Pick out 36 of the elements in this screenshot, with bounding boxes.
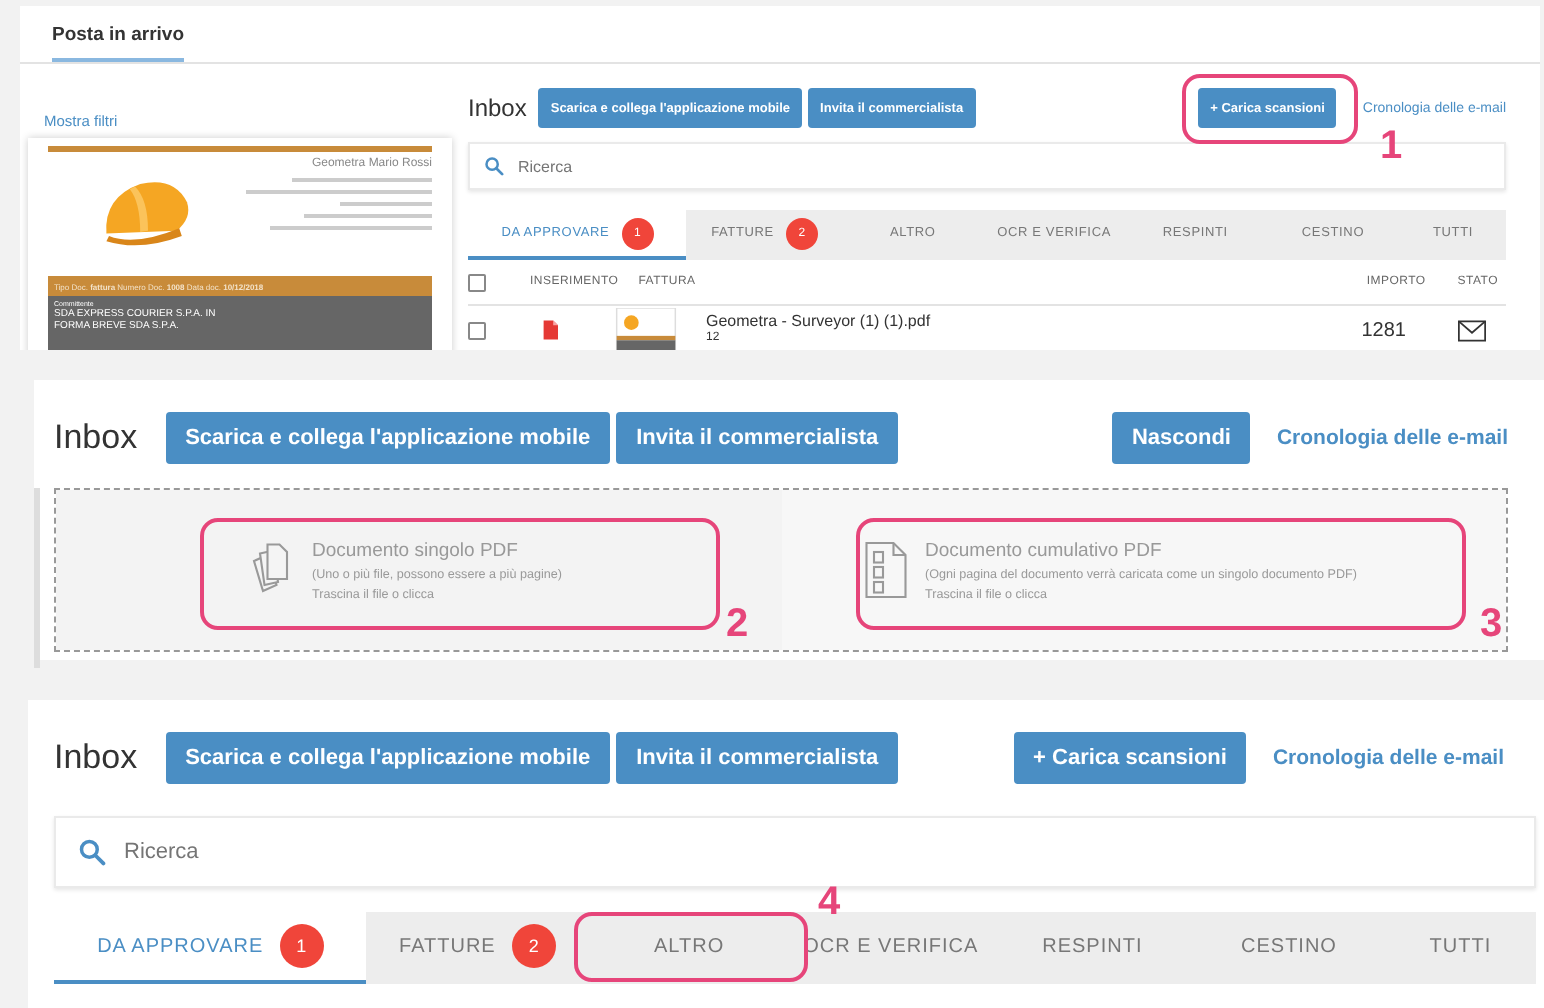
- select-all-checkbox[interactable]: [468, 273, 486, 291]
- inbox-title: Inbox: [54, 418, 138, 458]
- filter-tab[interactable]: FATTURE 2: [366, 912, 589, 984]
- drop-area[interactable]: [54, 488, 1508, 652]
- inbox-title: Inbox: [54, 738, 138, 778]
- upload-button[interactable]: + Carica scansioni: [1013, 732, 1247, 784]
- email-history-link[interactable]: Cronologia delle e-mail: [1276, 426, 1508, 450]
- count-badge: 2: [511, 924, 556, 968]
- action-button[interactable]: Scarica e collega l'applicazione mobile: [165, 732, 611, 784]
- filter-tab[interactable]: CESTINO: [1193, 912, 1385, 984]
- upload-type-title: Documento cumulativo PDF: [925, 539, 1164, 561]
- multipage-document-icon: [861, 540, 909, 600]
- action-button[interactable]: Scarica e collega l'applicazione mobile: [165, 412, 611, 464]
- filter-tab[interactable]: ALTRO: [588, 912, 790, 984]
- action-button[interactable]: Invita il commercialista: [616, 732, 899, 784]
- action-button[interactable]: Invita il commercialista: [616, 412, 899, 464]
- upload-type-title: Documento singolo PDF: [312, 539, 520, 561]
- hide-button[interactable]: Nascondi: [1111, 412, 1251, 464]
- filter-tab[interactable]: RESPINTI: [991, 912, 1194, 984]
- filter-tab[interactable]: DA APPROVARE 1: [54, 912, 367, 984]
- amount: 1281: [1361, 319, 1406, 341]
- callout-number: 4: [818, 882, 841, 922]
- email-history-link[interactable]: Cronologia delle e-mail: [1272, 746, 1504, 770]
- filter-tab[interactable]: TUTTI: [1384, 912, 1536, 984]
- pdf-icon: [542, 320, 558, 340]
- page-tab[interactable]: Posta in arrivo: [52, 24, 184, 62]
- file-name: Geometra - Surveyor (1) (1).pdf: [706, 312, 931, 330]
- inbox-title: Inbox: [468, 94, 527, 122]
- callout-number: 3: [1480, 604, 1503, 644]
- count-badge: 1: [279, 924, 324, 968]
- envelope-icon: [1458, 319, 1486, 341]
- search-icon: [484, 156, 504, 176]
- search-field[interactable]: Ricerca: [54, 816, 1536, 888]
- callout-number: 2: [726, 604, 749, 644]
- search-icon: [78, 838, 106, 866]
- row-checkbox[interactable]: [468, 321, 486, 339]
